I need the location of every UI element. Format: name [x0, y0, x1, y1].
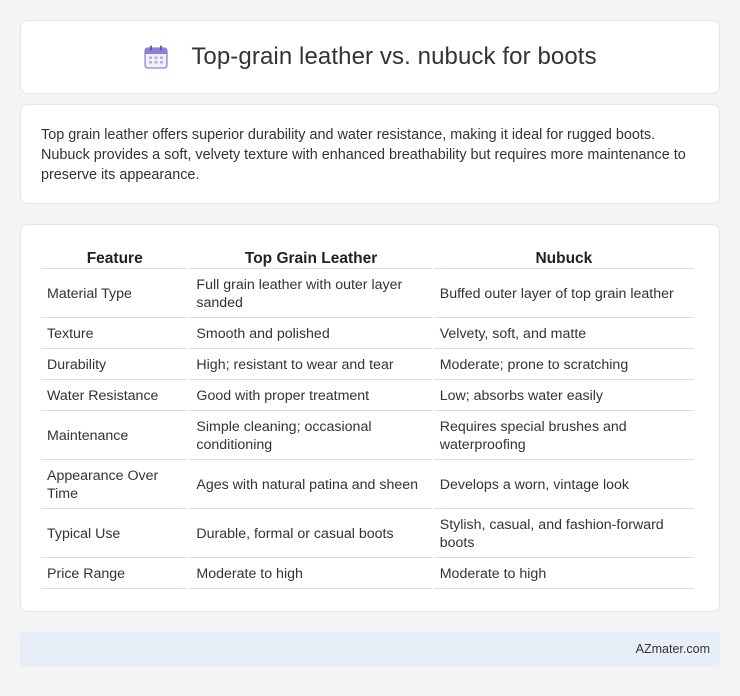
intro-card: Top grain leather offers superior durabi…	[20, 104, 720, 204]
table-header-row: Feature Top Grain Leather Nubuck	[41, 247, 694, 269]
row-top-grain: High; resistant to wear and tear	[190, 351, 432, 380]
row-feature: Durability	[41, 351, 189, 380]
footer-bar: AZmater.com	[20, 632, 720, 666]
table-row: Water Resistance Good with proper treatm…	[41, 382, 694, 411]
table-row: Durability High; resistant to wear and t…	[41, 351, 694, 380]
table-row: Typical Use Durable, formal or casual bo…	[41, 511, 694, 558]
row-feature: Typical Use	[41, 511, 189, 558]
row-top-grain: Good with proper treatment	[190, 382, 432, 411]
row-nubuck: Requires special brushes and waterproofi…	[433, 413, 694, 460]
table-row: Maintenance Simple cleaning; occasional …	[41, 413, 694, 460]
comparison-table: Feature Top Grain Leather Nubuck Materia…	[39, 245, 696, 591]
row-nubuck: Develops a worn, vintage look	[433, 462, 694, 509]
row-feature: Appearance Over Time	[41, 462, 189, 509]
row-feature: Material Type	[41, 271, 189, 318]
row-nubuck: Low; absorbs water easily	[433, 382, 694, 411]
row-nubuck: Buffed outer layer of top grain leather	[433, 271, 694, 318]
title-card: Top-grain leather vs. nubuck for boots	[20, 20, 720, 94]
footer-brand: AZmater.com	[635, 642, 710, 656]
column-header-top-grain: Top Grain Leather	[190, 247, 432, 269]
calendar-icon	[143, 44, 169, 70]
row-top-grain: Durable, formal or casual boots	[190, 511, 432, 558]
row-nubuck: Stylish, casual, and fashion-forward boo…	[433, 511, 694, 558]
column-header-nubuck: Nubuck	[433, 247, 694, 269]
row-top-grain: Moderate to high	[190, 560, 432, 589]
row-nubuck: Velvety, soft, and matte	[433, 320, 694, 349]
row-nubuck: Moderate to high	[433, 560, 694, 589]
column-header-feature: Feature	[41, 247, 189, 269]
row-top-grain: Simple cleaning; occasional conditioning	[190, 413, 432, 460]
row-feature: Water Resistance	[41, 382, 189, 411]
intro-paragraph: Top grain leather offers superior durabi…	[41, 127, 686, 183]
comparison-card: Feature Top Grain Leather Nubuck Materia…	[20, 224, 720, 612]
row-top-grain: Ages with natural patina and sheen	[190, 462, 432, 509]
row-top-grain: Full grain leather with outer layer sand…	[190, 271, 432, 318]
row-feature: Price Range	[41, 560, 189, 589]
row-nubuck: Moderate; prone to scratching	[433, 351, 694, 380]
row-feature: Maintenance	[41, 413, 189, 460]
row-feature: Texture	[41, 320, 189, 349]
table-row: Price Range Moderate to high Moderate to…	[41, 560, 694, 589]
row-top-grain: Smooth and polished	[190, 320, 432, 349]
page-title: Top-grain leather vs. nubuck for boots	[191, 43, 597, 70]
table-row: Texture Smooth and polished Velvety, sof…	[41, 320, 694, 349]
table-row: Material Type Full grain leather with ou…	[41, 271, 694, 318]
table-row: Appearance Over Time Ages with natural p…	[41, 462, 694, 509]
